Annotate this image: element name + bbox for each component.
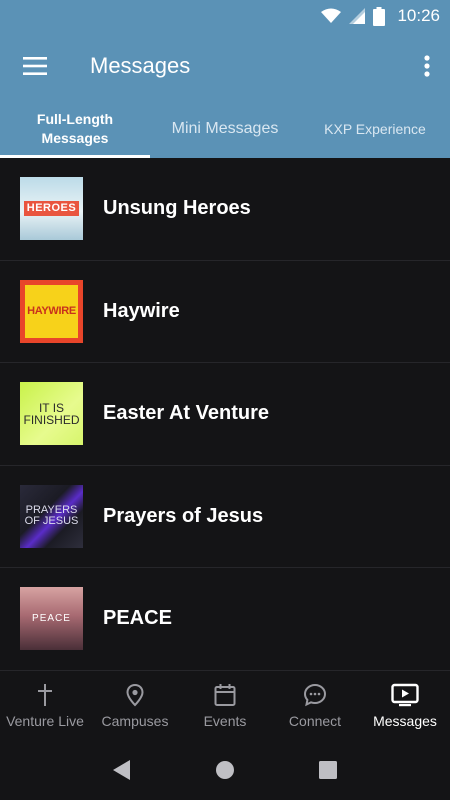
thumbnail-art-text: PRAYERS OF JESUS [24,504,79,528]
tv-play-icon [391,683,419,707]
thumbnail-art-text: HAYWIRE [27,304,76,317]
tab-full-length-messages[interactable]: Full-Length Messages [0,100,150,158]
series-thumbnail: HEROES [20,177,83,241]
status-time: 10:26 [397,6,440,25]
status-bar: 10:26 [0,0,450,32]
series-thumbnail: IT IS FINISHED [20,382,83,446]
nav-label: Venture Live [6,713,84,729]
tab-label: Mini Messages [171,120,279,137]
tab-mini-messages[interactable]: Mini Messages [150,100,300,158]
thumbnail-art-text: IT IS FINISHED [23,400,80,427]
system-navigation-bar [0,740,450,800]
tab-bar: Full-Length Messages Mini Messages KXP E… [0,100,450,158]
page-title: Messages [90,53,191,78]
series-title: Prayers of Jesus [103,504,264,527]
list-item[interactable]: IT IS FINISHED Easter At Venture [0,363,450,466]
bottom-navigation: Venture Live Campuses Events Connect Mes… [0,670,450,740]
list-item[interactable]: PRAYERS OF JESUS Prayers of Jesus [0,466,450,568]
series-thumbnail: HAYWIRE [20,279,83,343]
calendar-icon [214,684,236,706]
overflow-menu-button[interactable] [404,32,450,100]
list-item[interactable]: HAYWIRE Haywire [0,261,450,363]
series-title: PEACE [103,607,172,630]
series-title: Haywire [103,299,180,322]
series-thumbnail: PEACE [20,587,83,651]
hamburger-menu-icon [23,57,47,75]
home-circle-icon [215,761,234,779]
wifi-icon [321,8,342,23]
list-item[interactable]: HEROES Unsung Heroes [0,158,450,261]
nav-venture-live[interactable]: Venture Live [0,671,90,741]
nav-events[interactable]: Events [180,671,270,741]
menu-button[interactable] [0,32,70,100]
nav-label: Campuses [101,713,169,729]
nav-connect[interactable]: Connect [270,671,360,741]
back-triangle-icon [112,760,130,780]
thumbnail-art-text: HEROES [23,201,80,217]
list-item[interactable]: PEACE PEACE [0,568,450,671]
tab-label: Full-Length Messages [36,111,114,146]
nav-label: Connect [288,713,342,729]
nav-messages[interactable]: Messages [360,671,450,741]
chat-bubble-icon [303,683,327,707]
system-home-button[interactable] [205,750,245,790]
cross-icon [38,684,52,706]
recents-square-icon [319,761,338,779]
app-bar: Messages [0,32,450,100]
more-vert-icon [424,55,430,77]
location-pin-icon [126,683,144,707]
cell-signal-icon [349,8,366,24]
nav-label: Messages [373,713,437,729]
nav-campuses[interactable]: Campuses [90,671,180,741]
message-series-list: HEROES Unsung Heroes HAYWIRE Haywire IT … [0,158,450,671]
tab-kxp-experience[interactable]: KXP Experience [300,100,450,158]
series-title: Easter At Venture [103,402,269,425]
tab-label: KXP Experience [324,121,426,137]
series-title: Unsung Heroes [103,197,251,220]
nav-label: Events [203,713,247,729]
thumbnail-art-text: PEACE [32,612,71,624]
system-back-button[interactable] [102,750,142,790]
series-thumbnail: PRAYERS OF JESUS [20,484,83,548]
system-recents-button[interactable] [308,750,348,790]
battery-icon [373,6,386,26]
